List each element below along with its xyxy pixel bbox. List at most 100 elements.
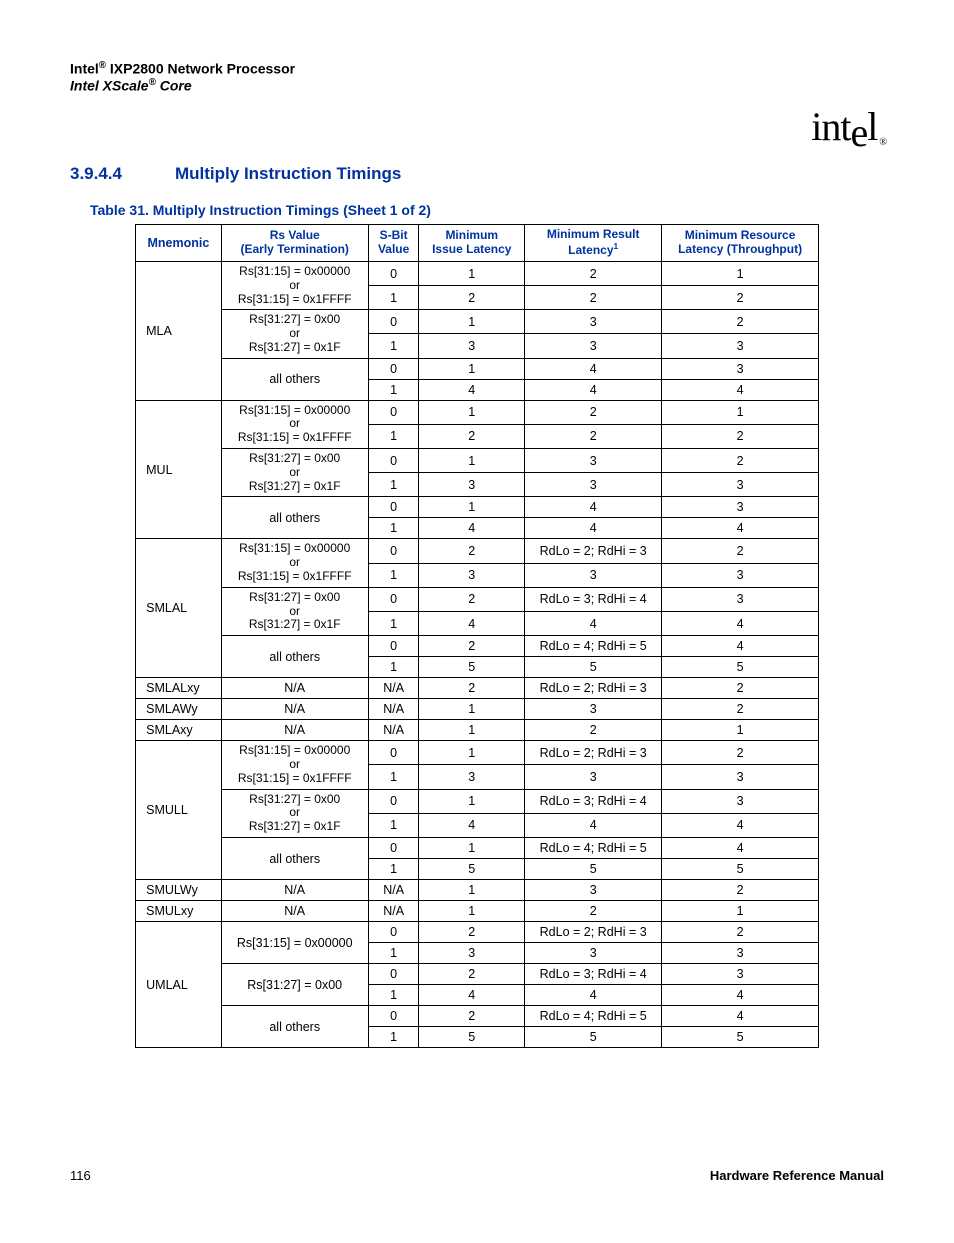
rs-value-cell: Rs[31:15] = 0x00000orRs[31:15] = 0x1FFFF <box>221 400 368 448</box>
resource-latency-cell: 2 <box>662 286 819 310</box>
resource-latency-cell: 2 <box>662 310 819 334</box>
rs-value-cell: N/A <box>221 720 368 741</box>
sbit-cell: 1 <box>368 765 419 789</box>
issue-latency-cell: 1 <box>419 699 525 720</box>
result-latency-cell: RdLo = 2; RdHi = 3 <box>525 741 662 765</box>
resource-latency-cell: 3 <box>662 943 819 964</box>
table-row: SMULxyN/AN/A121 <box>136 901 819 922</box>
result-latency-cell: 3 <box>525 334 662 358</box>
resource-latency-cell: 3 <box>662 358 819 379</box>
result-latency-cell: RdLo = 2; RdHi = 3 <box>525 539 662 563</box>
resource-latency-cell: 5 <box>662 1027 819 1048</box>
col-rs-value: Rs Value (Early Termination) <box>221 225 368 262</box>
issue-latency-cell: 1 <box>419 310 525 334</box>
reg-mark: ® <box>149 77 156 88</box>
logo-row: intel® <box>70 103 884 150</box>
resource-latency-cell: 4 <box>662 838 819 859</box>
issue-latency-cell: 3 <box>419 943 525 964</box>
resource-latency-cell: 2 <box>662 678 819 699</box>
sbit-cell: 1 <box>368 657 419 678</box>
sbit-cell: 1 <box>368 943 419 964</box>
sbit-cell: 1 <box>368 612 419 636</box>
issue-latency-cell: 1 <box>419 901 525 922</box>
issue-latency-cell: 1 <box>419 741 525 765</box>
col-mnemonic: Mnemonic <box>136 225 222 262</box>
result-latency-cell: 5 <box>525 859 662 880</box>
sbit-cell: 0 <box>368 400 419 424</box>
sbit-cell: 1 <box>368 286 419 310</box>
header-line2-post: Core <box>156 77 192 93</box>
sbit-cell: 1 <box>368 424 419 448</box>
sbit-cell: 1 <box>368 563 419 587</box>
result-latency-cell: RdLo = 3; RdHi = 4 <box>525 789 662 813</box>
rs-value-cell: all others <box>221 636 368 678</box>
issue-latency-cell: 2 <box>419 922 525 943</box>
result-latency-cell: 2 <box>525 286 662 310</box>
sbit-cell: 1 <box>368 1027 419 1048</box>
rs-value-cell: all others <box>221 358 368 400</box>
sbit-cell: N/A <box>368 901 419 922</box>
resource-latency-cell: 3 <box>662 334 819 358</box>
table-row: SMULWyN/AN/A132 <box>136 880 819 901</box>
rs-value-cell: Rs[31:27] = 0x00orRs[31:27] = 0x1F <box>221 310 368 358</box>
col-issue-latency: Minimum Issue Latency <box>419 225 525 262</box>
resource-latency-cell: 2 <box>662 880 819 901</box>
issue-latency-cell: 1 <box>419 261 525 285</box>
resource-latency-cell: 5 <box>662 859 819 880</box>
issue-latency-cell: 5 <box>419 1027 525 1048</box>
issue-latency-cell: 1 <box>419 789 525 813</box>
issue-latency-cell: 2 <box>419 678 525 699</box>
reg-mark: ® <box>879 137 886 148</box>
resource-latency-cell: 1 <box>662 901 819 922</box>
sbit-cell: 1 <box>368 985 419 1006</box>
resource-latency-cell: 2 <box>662 741 819 765</box>
issue-latency-cell: 2 <box>419 539 525 563</box>
table-row: UMLALRs[31:15] = 0x0000002RdLo = 2; RdHi… <box>136 922 819 943</box>
mnemonic-cell: SMLALxy <box>136 678 222 699</box>
sbit-cell: 1 <box>368 518 419 539</box>
result-latency-cell: 4 <box>525 985 662 1006</box>
rs-value-cell: Rs[31:27] = 0x00 <box>221 964 368 1006</box>
mnemonic-cell: MUL <box>136 400 222 539</box>
result-latency-cell: 2 <box>525 424 662 448</box>
rs-value-cell: N/A <box>221 699 368 720</box>
mnemonic-cell: SMLAWy <box>136 699 222 720</box>
rs-value-cell: all others <box>221 1006 368 1048</box>
resource-latency-cell: 2 <box>662 539 819 563</box>
sbit-cell: 0 <box>368 964 419 985</box>
mnemonic-cell: SMLAL <box>136 539 222 678</box>
result-latency-cell: 4 <box>525 358 662 379</box>
resource-latency-cell: 2 <box>662 699 819 720</box>
issue-latency-cell: 1 <box>419 497 525 518</box>
instruction-timings-table: Mnemonic Rs Value (Early Termination) S-… <box>135 224 819 1048</box>
result-latency-cell: RdLo = 4; RdHi = 5 <box>525 1006 662 1027</box>
table-row: Rs[31:27] = 0x0002RdLo = 3; RdHi = 43 <box>136 964 819 985</box>
result-latency-cell: RdLo = 4; RdHi = 5 <box>525 838 662 859</box>
resource-latency-cell: 4 <box>662 1006 819 1027</box>
table-row: all others0143 <box>136 358 819 379</box>
issue-latency-cell: 2 <box>419 1006 525 1027</box>
issue-latency-cell: 1 <box>419 880 525 901</box>
sbit-cell: 0 <box>368 1006 419 1027</box>
table-row: all others02RdLo = 4; RdHi = 54 <box>136 1006 819 1027</box>
result-latency-cell: 4 <box>525 379 662 400</box>
resource-latency-cell: 2 <box>662 424 819 448</box>
result-latency-cell: 3 <box>525 699 662 720</box>
header-line1: Intel® IXP2800 Network Processor <box>70 60 884 77</box>
sbit-cell: 0 <box>368 636 419 657</box>
table-row: SMLAWyN/AN/A132 <box>136 699 819 720</box>
sbit-cell: 1 <box>368 379 419 400</box>
sbit-cell: 0 <box>368 838 419 859</box>
resource-latency-cell: 4 <box>662 612 819 636</box>
table-row: SMLAxyN/AN/A121 <box>136 720 819 741</box>
sbit-cell: 1 <box>368 334 419 358</box>
issue-latency-cell: 2 <box>419 424 525 448</box>
intel-logo-icon: intel® <box>811 103 884 150</box>
table-row: SMULLRs[31:15] = 0x00000orRs[31:15] = 0x… <box>136 741 819 765</box>
result-latency-cell: RdLo = 3; RdHi = 4 <box>525 587 662 611</box>
table-row: Rs[31:27] = 0x00orRs[31:27] = 0x1F0132 <box>136 449 819 473</box>
resource-latency-cell: 4 <box>662 985 819 1006</box>
sbit-cell: 0 <box>368 261 419 285</box>
issue-latency-cell: 3 <box>419 473 525 497</box>
page-number: 116 <box>70 1168 91 1183</box>
